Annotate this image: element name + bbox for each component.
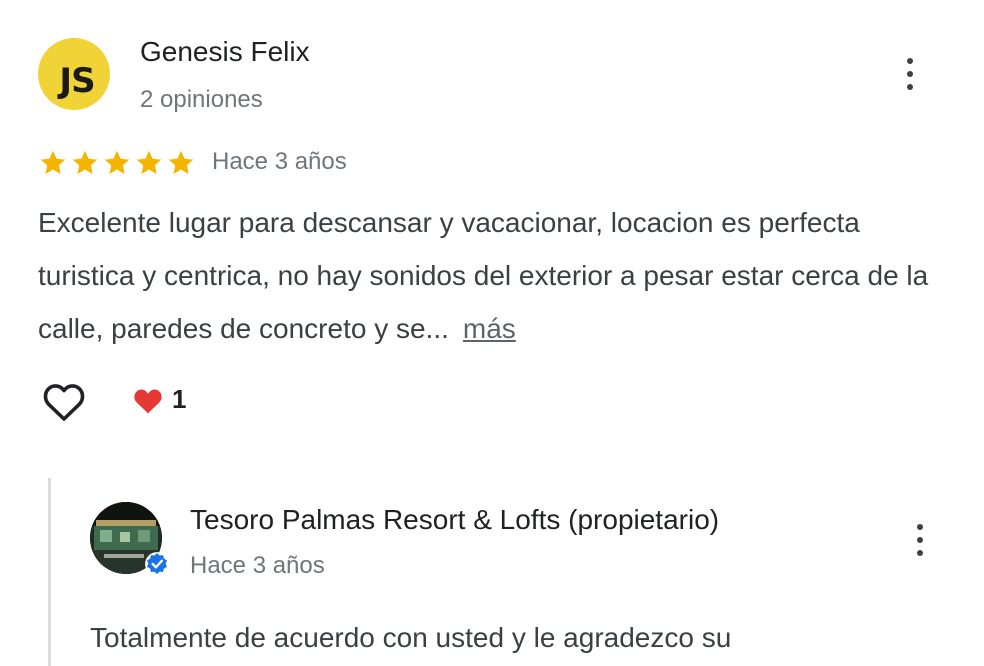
star-icon: [136, 150, 162, 174]
like-button[interactable]: [38, 378, 90, 426]
reviewer-review-count[interactable]: 2 opiniones: [140, 86, 263, 114]
review-card: JS Genesis Felix 2 opiniones Hace 3 años…: [0, 0, 984, 666]
owner-reply-time: Hace 3 años: [190, 552, 325, 579]
star-icon: [104, 150, 130, 174]
star-rating: [38, 148, 196, 178]
reviewer-avatar[interactable]: JS: [38, 38, 110, 110]
review-text: Excelente lugar para descansar y vacacio…: [38, 196, 958, 355]
avatar-initials: JS: [59, 61, 95, 101]
reply-divider: [48, 478, 51, 666]
reaction-count: 1: [172, 384, 187, 414]
more-vert-icon[interactable]: [908, 520, 932, 560]
reviewer-name[interactable]: Genesis Felix: [140, 36, 310, 68]
star-icon: [168, 150, 194, 174]
review-time: Hace 3 años: [212, 148, 347, 175]
more-link[interactable]: más: [463, 313, 516, 344]
owner-name[interactable]: Tesoro Palmas Resort & Lofts (propietari…: [190, 504, 719, 536]
owner-reply-text: Totalmente de acuerdo con usted y le agr…: [90, 622, 732, 653]
star-icon: [72, 150, 98, 174]
reaction-summary[interactable]: 1: [132, 384, 186, 415]
heart-filled-icon: [134, 389, 162, 413]
heart-outline-icon: [43, 384, 85, 421]
star-icon: [40, 150, 66, 174]
verified-badge-icon: [145, 552, 169, 576]
more-vert-icon[interactable]: [898, 54, 922, 94]
